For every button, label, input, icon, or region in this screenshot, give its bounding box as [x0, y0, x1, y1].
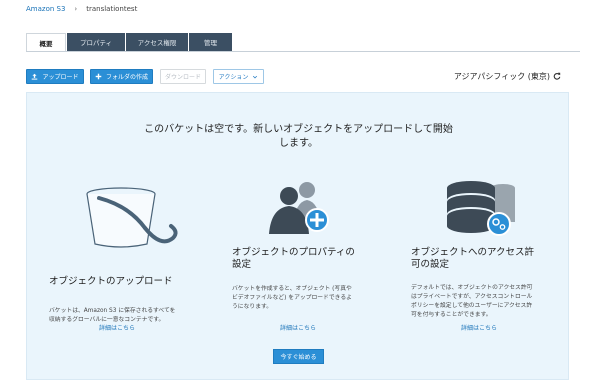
permissions-illustration — [411, 181, 586, 268]
permissions-desc-line3: ポリシーを設定して他のユーザーにアクセス許 — [411, 303, 533, 309]
upload-desc-line1: バケットは、Amazon S3 に保存されるすべてを — [49, 308, 176, 314]
empty-bucket-panel: このバケットは空です。新しいオブジェクトをアップロードして開始 します。 オブジ… — [26, 92, 569, 380]
upload-column: オブジェクトのアップロード バケットは、Amazon S3 に保存されるすべてを… — [49, 187, 224, 325]
region-label: アジアパシフィック (東京) — [453, 72, 550, 81]
download-button[interactable]: ダウンロード — [160, 69, 206, 84]
tab-permissions[interactable]: アクセス権限 — [126, 33, 188, 51]
tab-underline — [26, 51, 580, 52]
properties-desc-line2: ビデオファイルなど) をアップロードできるよ — [232, 295, 352, 301]
empty-headline-line2: します。 — [279, 138, 318, 149]
tab-overview[interactable]: 概要 — [26, 33, 66, 51]
breadcrumb: Amazon S3 › translationtest — [26, 3, 137, 15]
actions-dropdown[interactable]: アクション — [213, 69, 264, 84]
breadcrumb-current: translationtest — [86, 5, 138, 13]
get-started-button[interactable]: 今すぐ始める — [273, 349, 324, 364]
properties-desc-line3: うになります。 — [232, 304, 272, 310]
properties-desc-line1: バケットを作成すると、オブジェクト (写真や — [232, 286, 352, 292]
properties-column: オブジェクトのプロパティの 設定 バケットを作成すると、オブジェクト (写真や … — [232, 182, 407, 312]
properties-column-desc: バケットを作成すると、オブジェクト (写真や ビデオファイルなど) をアップロー… — [232, 285, 407, 312]
plus-icon — [95, 73, 102, 80]
upload-column-title: オブジェクトのアップロード — [49, 276, 173, 287]
permissions-column: オブジェクトへのアクセス許 可の設定 デフォルトでは、オブジェクトのアクセス許可… — [411, 181, 586, 320]
users-add-icon — [269, 182, 329, 234]
upload-icon — [32, 73, 38, 80]
tab-management[interactable]: 管理 — [189, 33, 232, 51]
refresh-icon[interactable] — [553, 72, 561, 80]
upload-illustration — [49, 187, 224, 268]
chevron-down-icon — [253, 75, 258, 78]
properties-learn-more-link[interactable]: 詳細はこちら — [238, 323, 358, 332]
database-settings-icon — [447, 181, 515, 236]
tab-properties[interactable]: プロパティ — [67, 33, 125, 51]
permissions-desc-line4: 可を付与することができます。 — [411, 312, 492, 318]
permissions-desc-line2: はプライベートですが、アクセスコントロール — [411, 294, 533, 300]
permissions-desc-line1: デフォルトでは、オブジェクトのアクセス許可 — [411, 285, 533, 291]
create-folder-button-label: フォルダの作成 — [105, 74, 148, 81]
breadcrumb-root-link[interactable]: Amazon S3 — [26, 5, 65, 13]
upload-button-label: アップロード — [42, 74, 79, 81]
properties-illustration — [232, 182, 407, 268]
permissions-column-desc: デフォルトでは、オブジェクトのアクセス許可 はプライベートですが、アクセスコント… — [411, 284, 586, 320]
bucket-icon — [86, 187, 178, 248]
empty-headline-line1: このバケットは空です。新しいオブジェクトをアップロードして開始 — [144, 124, 453, 135]
create-folder-button[interactable]: フォルダの作成 — [90, 69, 153, 84]
tab-bar: 概要 プロパティ アクセス権限 管理 — [26, 33, 233, 51]
actions-dropdown-label: アクション — [218, 74, 249, 81]
upload-learn-more-link[interactable]: 詳細はこちら — [57, 323, 177, 332]
permissions-learn-more-link[interactable]: 詳細はこちら — [419, 323, 539, 332]
breadcrumb-separator: › — [74, 5, 78, 13]
upload-button[interactable]: アップロード — [26, 69, 84, 84]
empty-headline: このバケットは空です。新しいオブジェクトをアップロードして開始 します。 — [27, 123, 570, 151]
